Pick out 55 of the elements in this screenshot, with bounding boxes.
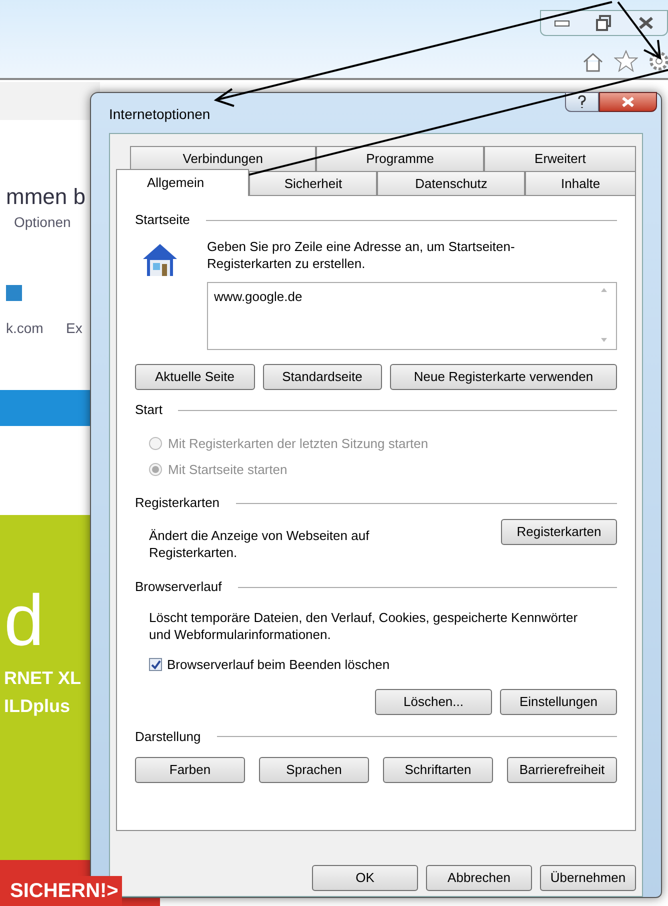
button[interactable]: Standardseite — [262, 364, 382, 390]
section-title: Startseite — [135, 211, 190, 230]
button[interactable]: Schriftarten — [383, 756, 493, 782]
close-icon — [621, 96, 635, 108]
page-text: RNET XL — [4, 667, 82, 690]
page-text: k.com — [6, 319, 44, 338]
home-icon[interactable] — [582, 52, 604, 72]
description-text: Ändert die Anzeige von Webseiten auf Registerkarten. — [149, 527, 370, 561]
window-title: Internetoptionen — [109, 104, 210, 124]
page-text: Optionen — [14, 213, 71, 232]
tab[interactable]: Erweitert — [484, 146, 636, 171]
button[interactable]: Löschen... — [375, 688, 492, 714]
minimize-icon[interactable] — [554, 18, 570, 28]
tab[interactable]: Sicherheit — [249, 171, 378, 196]
button[interactable]: Einstellungen — [500, 688, 617, 714]
url-textarea[interactable]: www.google.de — [207, 282, 617, 350]
gear-icon[interactable] — [648, 50, 668, 72]
button[interactable]: Abbrechen — [426, 865, 532, 891]
checkbox-label: Browserverlauf beim Beenden löschen — [167, 656, 390, 674]
house-icon — [141, 242, 179, 278]
radio-label: Mit Startseite starten — [168, 460, 288, 478]
button[interactable]: Aktuelle Seite — [135, 364, 254, 390]
button[interactable]: Barrierefreiheit — [507, 756, 617, 782]
button[interactable]: Registerkarten — [501, 519, 617, 545]
section-title: Darstellung — [135, 728, 201, 746]
star-icon[interactable] — [614, 50, 638, 72]
button[interactable]: Übernehmen — [540, 865, 636, 891]
tab[interactable]: Inhalte — [525, 171, 636, 196]
section-title: Start — [135, 401, 162, 420]
help-button[interactable] — [565, 92, 599, 112]
restore-icon[interactable] — [596, 15, 612, 31]
button[interactable]: OK — [312, 865, 418, 891]
tab[interactable]: Programme — [316, 146, 484, 171]
checkbox-icon — [6, 285, 22, 301]
description-text: Löscht temporäre Dateien, den Verlauf, Cookies, gespeicherte Kennwörter und Webformularinformationen. — [148, 609, 579, 643]
button[interactable]: Neue Registerkarte verwenden — [390, 364, 617, 390]
tab[interactable]: Allgemein — [116, 169, 250, 196]
button[interactable]: Farben — [135, 756, 245, 782]
checkbox[interactable] — [149, 658, 162, 672]
page-text: ILDplus — [4, 695, 70, 718]
close-button[interactable] — [599, 92, 657, 112]
section-title: Registerkarten — [135, 494, 220, 512]
tab[interactable]: Verbindungen — [130, 146, 316, 171]
page-text: d — [4, 585, 44, 657]
radio-label: Mit Registerkarten der letzten Sitzung starten — [168, 435, 428, 453]
button[interactable]: Sprachen — [259, 756, 369, 782]
page-text: mmen b — [6, 183, 86, 211]
help-icon — [577, 95, 587, 109]
section-title: Browserverlauf — [135, 578, 222, 596]
annotation-arrow — [617, 1, 662, 60]
tab[interactable]: Datenschutz — [377, 171, 526, 196]
url-text: www.google.de — [214, 288, 302, 306]
page-text: Ex — [66, 319, 82, 338]
description-text: Geben Sie pro Zeile eine Adresse an, um Startseiten-Registerkarten zu erstellen. — [207, 238, 516, 272]
close-icon[interactable] — [638, 16, 654, 30]
